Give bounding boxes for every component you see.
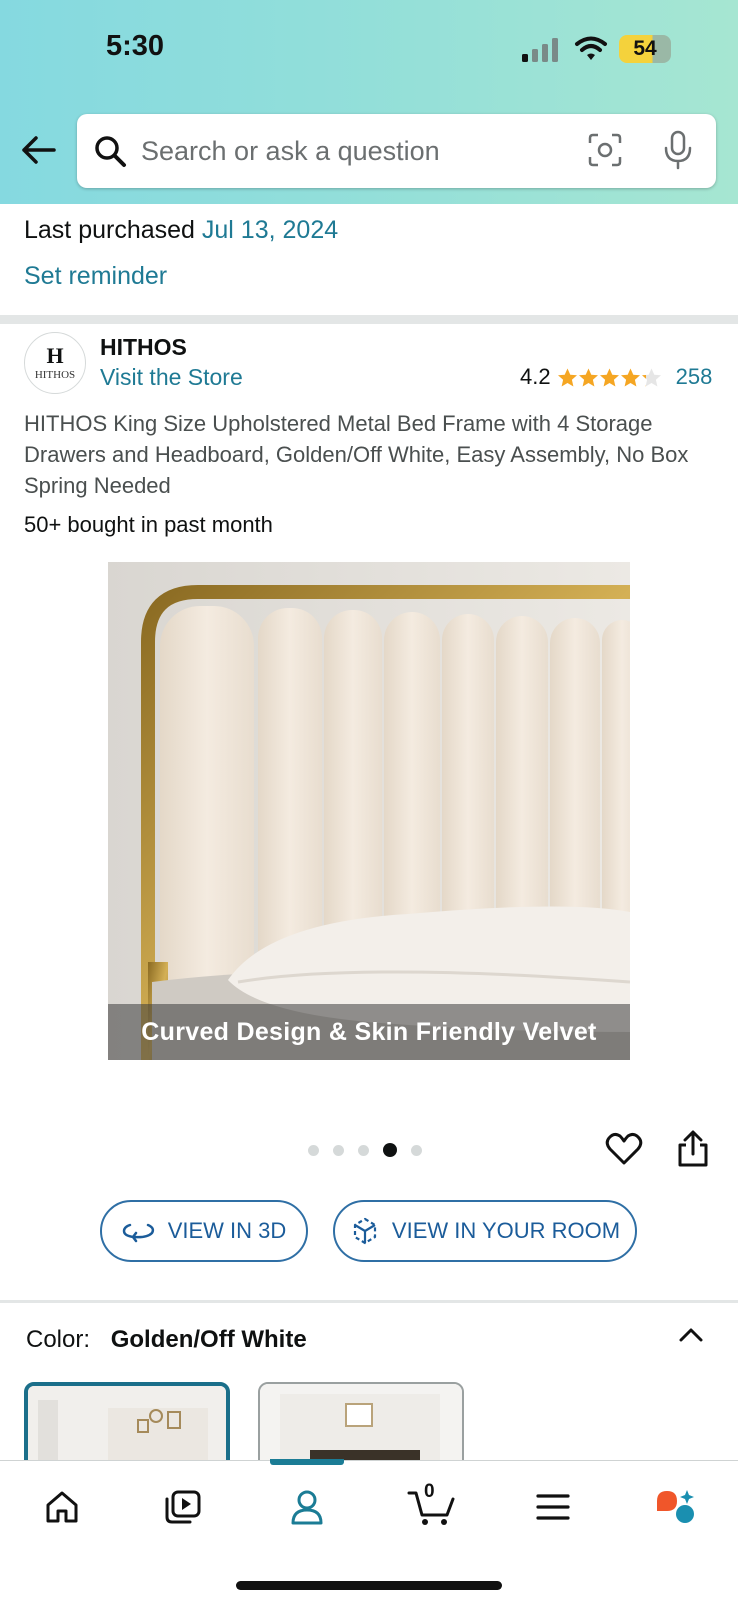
account-icon xyxy=(291,1490,323,1525)
brand-logo-mark: H xyxy=(46,343,64,368)
cart-count: 0 xyxy=(424,1481,435,1502)
carousel-dot[interactable] xyxy=(333,1144,344,1156)
star-rating xyxy=(557,367,662,388)
last-purchased-date-link[interactable]: Jul 13, 2024 xyxy=(202,216,338,244)
video-play-icon xyxy=(165,1490,201,1524)
last-purchased-label: Last purchased xyxy=(24,216,195,244)
star-icon xyxy=(578,368,598,386)
rotate-3d-icon xyxy=(122,1223,154,1243)
share-icon[interactable] xyxy=(676,1130,710,1168)
carousel-dot[interactable] xyxy=(383,1143,397,1157)
wifi-icon xyxy=(575,36,607,60)
battery-indicator: 54 xyxy=(619,35,671,63)
nav-home[interactable] xyxy=(37,1483,87,1531)
view-in-your-room-button[interactable]: VIEW IN YOUR ROOM xyxy=(333,1200,637,1262)
heart-icon[interactable] xyxy=(605,1132,643,1166)
rating-count-link[interactable]: 258 xyxy=(676,364,713,390)
image-carousel-dots[interactable] xyxy=(308,1143,422,1157)
carousel-dot[interactable] xyxy=(411,1144,422,1156)
section-divider xyxy=(0,315,738,324)
camera-search-icon[interactable] xyxy=(587,132,623,168)
search-icon xyxy=(95,136,126,167)
nav-account[interactable] xyxy=(282,1483,332,1531)
brand-logo-wordmark: HITHOS xyxy=(34,369,76,381)
star-icon xyxy=(599,368,619,386)
carousel-dot[interactable] xyxy=(308,1144,319,1156)
color-swatch-selected[interactable] xyxy=(24,1382,230,1472)
nav-cart[interactable]: 0 xyxy=(404,1481,460,1531)
home-icon xyxy=(46,1491,78,1523)
color-selector-header[interactable]: Color: Golden/Off White xyxy=(26,1326,307,1354)
visit-store-link[interactable]: Visit the Store xyxy=(100,364,243,391)
chevron-up-icon[interactable] xyxy=(676,1322,706,1346)
image-caption: Curved Design & Skin Friendly Velvet xyxy=(108,1004,630,1060)
brand-name: HITHOS xyxy=(100,334,187,360)
carousel-dot[interactable] xyxy=(358,1144,369,1156)
nav-rufus[interactable] xyxy=(650,1483,700,1531)
home-indicator-bar xyxy=(236,1581,502,1590)
nav-menu[interactable] xyxy=(528,1483,578,1531)
set-reminder-link[interactable]: Set reminder xyxy=(24,262,167,291)
color-label: Color: xyxy=(26,1326,91,1353)
rating-value: 4.2 xyxy=(520,364,551,389)
active-tab-indicator xyxy=(270,1459,344,1465)
bought-recently-text: 50+ bought in past month xyxy=(24,512,273,537)
app-header: 5:30 54 xyxy=(0,0,738,204)
color-value: Golden/Off White xyxy=(110,1326,307,1353)
star-icon xyxy=(641,368,661,386)
view-in-your-room-label: VIEW IN YOUR ROOM xyxy=(391,1218,621,1243)
bottom-navigation: 0 xyxy=(0,1459,738,1600)
nav-video[interactable] xyxy=(158,1483,208,1531)
status-time: 5:30 xyxy=(106,30,165,62)
product-image[interactable]: Curved Design & Skin Friendly Velvet xyxy=(108,562,630,1060)
search-bar[interactable] xyxy=(77,114,716,188)
brand-logo[interactable]: H HITHOS xyxy=(24,332,86,394)
swatch-thumbnail xyxy=(28,1386,226,1468)
back-arrow-icon[interactable] xyxy=(20,134,56,166)
star-icon xyxy=(620,368,640,386)
swatch-thumbnail xyxy=(260,1384,462,1470)
view-in-3d-button[interactable]: VIEW IN 3D xyxy=(100,1200,308,1262)
bed-headboard-illustration xyxy=(108,562,630,1060)
menu-icon xyxy=(536,1494,570,1520)
microphone-icon[interactable] xyxy=(663,130,693,170)
view-in-3d-label: VIEW IN 3D xyxy=(167,1218,287,1243)
section-divider xyxy=(0,1300,738,1303)
last-purchased-row: Last purchased Jul 13, 2024 xyxy=(24,216,338,245)
star-icon xyxy=(557,368,577,386)
cell-signal-icon xyxy=(522,38,558,62)
search-input[interactable] xyxy=(141,114,561,188)
ar-cube-icon xyxy=(353,1217,377,1245)
rufus-icon xyxy=(657,1490,694,1523)
product-title[interactable]: HITHOS King Size Upholstered Metal Bed F… xyxy=(24,408,714,501)
rating-summary[interactable]: 4.2 258 xyxy=(520,364,712,390)
